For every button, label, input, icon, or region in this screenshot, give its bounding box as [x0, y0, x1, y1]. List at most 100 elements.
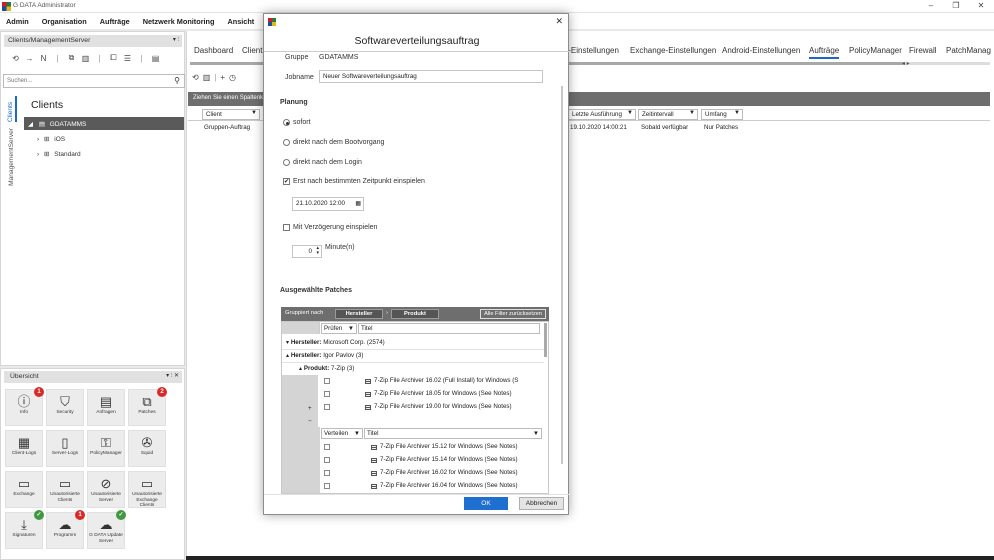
refresh-icon[interactable]: ⟲ [10, 54, 21, 63]
patch-distribute-checkbox[interactable] [324, 457, 330, 463]
export-icon[interactable]: ▤ [150, 54, 161, 63]
group-row-7zip[interactable]: ▴ Produkt: 7-Zip (3) [299, 365, 354, 372]
network-icon[interactable]: Ν [38, 54, 49, 63]
vtab-managementserver[interactable]: ManagementServer [8, 128, 15, 186]
clock-icon[interactable]: ◷ [229, 73, 236, 87]
patch-title[interactable]: 7-Zip File Archiver 16.02 (Full Install)… [374, 377, 518, 384]
cancel-button[interactable]: Abbrechen [519, 497, 564, 510]
scheduled-checkbox[interactable]: ✔ [283, 178, 290, 185]
minimize-button[interactable]: – [921, 1, 941, 10]
filter-icon[interactable]: ▼ [627, 110, 633, 116]
job-interval-cell[interactable]: Sobald verfügbar [641, 124, 688, 131]
radio-login[interactable] [283, 159, 290, 166]
job-last-run-cell[interactable]: 19.10.2020 14:00:21 [570, 124, 627, 131]
close-window-button[interactable]: ✕ [971, 1, 991, 10]
tab-android-einstellungen[interactable]: Android-Einstellungen [722, 46, 800, 55]
add-group-icon[interactable]: ⧉ [66, 53, 77, 63]
column-verteilen[interactable]: Verteilen ▼ [321, 428, 363, 439]
tab-scroll-arrows[interactable]: ◂ ▸ [902, 60, 910, 67]
delete-icon[interactable]: ▥ [80, 54, 91, 63]
tab-policymanager[interactable]: PolicyManager [849, 46, 902, 55]
tab-einstellungen[interactable]: t-Einstellungen [566, 46, 619, 55]
overview-tile[interactable]: ▭ Unautorisierte Clients [46, 471, 84, 508]
refresh-icon[interactable]: ⟲ [192, 73, 199, 87]
client-search-input[interactable]: Suchen... ⚲ [3, 74, 185, 88]
patch-check-checkbox[interactable] [324, 404, 330, 410]
job-scope-cell[interactable]: Nur Patches [704, 124, 738, 131]
patch-title[interactable]: 7-Zip File Archiver 15.14 for Windows (S… [380, 456, 518, 463]
menu-ansicht[interactable]: Ansicht [227, 17, 254, 26]
collapse-arrow-icon[interactable]: ▾ [286, 339, 289, 346]
overview-tile[interactable]: ▯ Server-Logs [46, 430, 84, 467]
menu-netzwerk-monitoring[interactable]: Netzwerk Monitoring [143, 17, 215, 26]
overview-tile[interactable]: ⚿ PolicyManager [87, 430, 125, 467]
panel-pin-controls[interactable]: ▾ ⫶ [173, 36, 179, 44]
overview-tile[interactable]: ▦ Client-Logs [5, 430, 43, 467]
radio-sofort[interactable] [283, 119, 290, 126]
reset-filters-button[interactable]: Alle Filter zurücksetzen [480, 309, 546, 319]
patch-check-checkbox[interactable] [324, 391, 330, 397]
menu-admin[interactable]: Admin [6, 17, 29, 26]
menu-auftraege[interactable]: Aufträge [100, 17, 130, 26]
tab-auftraege[interactable]: Aufträge [809, 46, 840, 59]
overview-tile[interactable]: ⧉ Patches 2 [128, 387, 167, 426]
group-row-igor-pavlov[interactable]: ▴ Hersteller: Igor Pavlov (3) [286, 352, 363, 359]
overview-tile[interactable]: ⛉ Security [46, 389, 84, 426]
add-icon[interactable]: + [220, 73, 225, 87]
overview-tile[interactable]: ▭ Unautorisierte Exchange Clients [128, 471, 166, 508]
vtab-clients[interactable]: Clients [7, 96, 17, 122]
collapse-arrow-icon[interactable]: ▴ [299, 365, 302, 372]
ok-button[interactable]: OK [464, 497, 508, 510]
tab-exchange-einstellungen[interactable]: Exchange-Einstellungen [630, 46, 716, 55]
overview-tile[interactable]: ⤓ Signaturen ✓ [5, 510, 44, 549]
patch-title[interactable]: 7-Zip File Archiver 18.05 for Windows (S… [374, 390, 512, 397]
filter-icon[interactable]: ▼ [533, 430, 539, 437]
filter-icon[interactable]: ▼ [251, 110, 257, 116]
column-titel-nested[interactable]: Titel ▼ [364, 428, 542, 439]
job-client-cell[interactable]: Gruppen-Auftrag [204, 124, 250, 131]
jobname-input[interactable]: Neuer Softwareverteilungsauftrag [319, 70, 543, 83]
group-row-microsoft[interactable]: ▾ Hersteller: Microsoft Corp. (2574) [286, 339, 385, 346]
patch-title[interactable]: 7-Zip File Archiver 15.12 for Windows (S… [380, 443, 518, 450]
dialog-close-button[interactable]: ✕ [555, 16, 563, 27]
group-chip-hersteller[interactable]: Hersteller [335, 309, 383, 319]
tab-firewall[interactable]: Firewall [909, 46, 937, 55]
radio-bootvorgang[interactable] [283, 139, 290, 146]
patches-scrollbar-thumb[interactable] [544, 323, 547, 357]
filter-icon[interactable]: ▼ [354, 430, 360, 437]
overview-tile[interactable]: ⊘ Unautorisierte Server [87, 471, 125, 508]
expand-plus-icon[interactable]: + [308, 405, 312, 412]
tab-patchmanager[interactable]: PatchManag [946, 46, 991, 55]
column-pruefen[interactable]: Prüfen ▼ [321, 323, 357, 334]
chevron-right-icon[interactable]: › [37, 136, 39, 143]
collapse-minus-icon[interactable]: − [308, 418, 312, 425]
delay-checkbox[interactable] [283, 224, 290, 231]
overview-tile[interactable]: ⓘ Info 1 [5, 387, 44, 426]
expand-arrow-icon[interactable]: ◢ [28, 121, 33, 128]
stepper-arrows-icon[interactable]: ▴ ▾ [316, 246, 319, 256]
calendar-icon[interactable]: ▦ [355, 200, 361, 207]
group-chip-produkt[interactable]: Produkt [391, 309, 439, 319]
column-umfang[interactable]: Umfang ▼ [701, 109, 743, 120]
overview-controls[interactable]: ▾ ⫶ ✕ [166, 372, 179, 380]
overview-tile[interactable]: ☁ Programm 1 [46, 510, 85, 549]
dialog-scrollbar[interactable] [561, 86, 566, 464]
delay-minutes-stepper[interactable]: 0 ▴ ▾ [292, 245, 322, 258]
patch-distribute-checkbox[interactable] [324, 444, 330, 450]
list-icon[interactable]: ☰ [122, 54, 133, 63]
filter-icon[interactable]: ▼ [689, 110, 695, 116]
arrow-right-icon[interactable]: → [24, 54, 35, 63]
column-titel[interactable]: Titel [358, 323, 540, 334]
chevron-right-icon[interactable]: › [37, 151, 39, 158]
patch-distribute-checkbox[interactable] [324, 483, 330, 489]
datetime-picker[interactable]: 21.10.2020 12:00 ▦ [292, 197, 364, 211]
search-icon[interactable]: ⚲ [174, 76, 180, 85]
overview-tile[interactable]: ▭ Exchange [5, 471, 43, 508]
delete-icon[interactable]: ▥ [203, 73, 211, 87]
overview-tile[interactable]: ☁ G DATA Update Server ✓ [87, 510, 126, 549]
overview-tile[interactable]: ✇ Squid [128, 430, 166, 467]
patch-distribute-checkbox[interactable] [324, 470, 330, 476]
menu-organisation[interactable]: Organisation [42, 17, 87, 26]
filter-icon[interactable]: ▼ [734, 110, 740, 116]
patch-title[interactable]: 7-Zip File Archiver 16.02 for Windows (S… [380, 469, 518, 476]
